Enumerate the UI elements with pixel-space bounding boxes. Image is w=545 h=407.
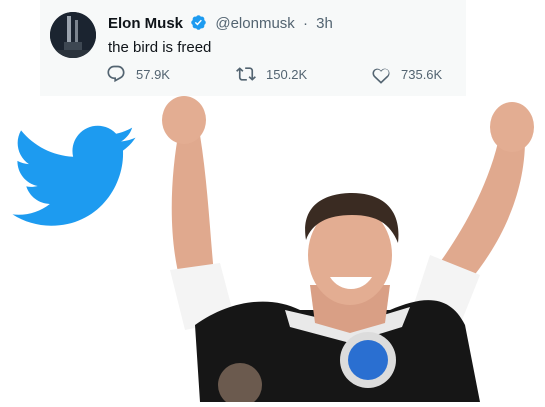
celebrating-man-photo: [140, 95, 545, 407]
tweet-card[interactable]: Elon Musk @elonmusk · 3h the bird is fre…: [40, 0, 466, 96]
reply-count: 57.9K: [136, 66, 170, 82]
like-button[interactable]: 735.6K: [371, 64, 442, 84]
separator-dot: ·: [302, 15, 308, 32]
retweet-icon: [236, 67, 256, 81]
like-count: 735.6K: [401, 66, 443, 82]
author-name[interactable]: Elon Musk: [108, 15, 183, 32]
tweet-text: the bird is freed: [108, 39, 212, 56]
retweet-count: 150.2K: [266, 66, 308, 82]
retweet-button[interactable]: 150.2K: [236, 64, 307, 84]
reply-button[interactable]: 57.9K: [106, 64, 170, 84]
tweet-actions: 57.9K 150.2K 735.6K: [106, 64, 466, 86]
heart-icon: [372, 68, 390, 84]
tweet-header: Elon Musk @elonmusk · 3h: [108, 14, 333, 32]
author-handle[interactable]: @elonmusk: [215, 15, 294, 32]
avatar[interactable]: [50, 12, 96, 58]
tweet-time[interactable]: 3h: [316, 15, 333, 32]
reply-icon: [107, 65, 125, 83]
verified-badge-icon: [190, 14, 207, 31]
twitter-bird-icon: [12, 125, 136, 227]
